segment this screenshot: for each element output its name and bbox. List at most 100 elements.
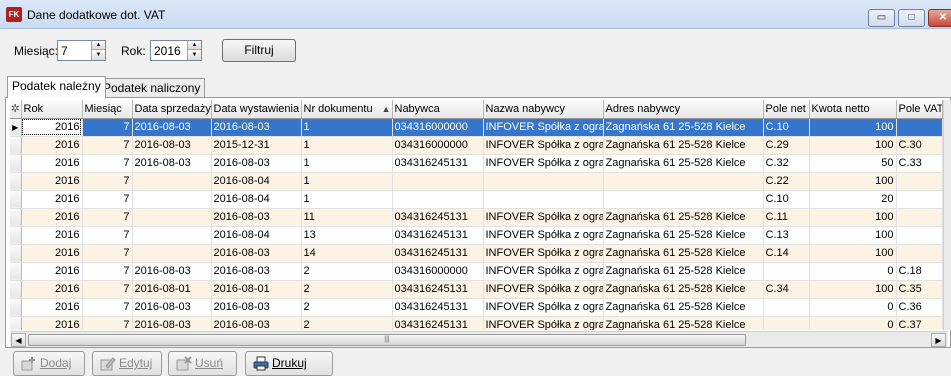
table-cell-10[interactable]: C.18: [896, 262, 943, 281]
row-indicator[interactable]: [10, 262, 22, 281]
table-cell-10[interactable]: [896, 172, 943, 191]
table-cell-8[interactable]: C.11: [763, 208, 810, 227]
table-cell-9[interactable]: 100: [809, 172, 897, 191]
table-cell-5[interactable]: 034316245131: [392, 298, 484, 317]
table-cell-5[interactable]: [392, 172, 484, 191]
column-header-miesiac[interactable]: Miesiąc: [82, 100, 133, 119]
table-cell-10[interactable]: C.37: [896, 316, 943, 330]
vertical-scrollbar[interactable]: [943, 100, 951, 330]
table-cell-1[interactable]: 7: [82, 172, 133, 191]
table-cell-7[interactable]: Zagnańska 61 25-528 Kielce: [603, 298, 764, 317]
table-cell-3[interactable]: 2016-08-03: [211, 118, 302, 137]
table-cell-2[interactable]: 2016-08-03: [132, 118, 212, 137]
table-cell-9[interactable]: 20: [809, 190, 897, 209]
edit-button[interactable]: Edytuj: [92, 351, 162, 376]
table-row[interactable]: 2016 7 2016-08-04 13 034316245131 INFOVER Spó…: [10, 226, 948, 245]
table-cell-8[interactable]: C.22: [763, 172, 810, 191]
table-row[interactable]: 2016 7 2016-08-04 1 C.22 100: [10, 172, 948, 191]
table-cell-3[interactable]: 2016-08-03: [211, 244, 302, 263]
table-cell-1[interactable]: 7: [82, 208, 133, 227]
table-cell-4[interactable]: 1: [301, 118, 393, 137]
table-row[interactable]: 2016 7 2016-08-03 2016-08-03 2 034316245131 IN…: [10, 298, 948, 317]
table-row[interactable]: 2016 7 2016-08-03 2015-12-31 1 034316000000 IN…: [10, 136, 948, 155]
table-cell-3[interactable]: 2016-08-03: [211, 154, 302, 173]
table-cell-7[interactable]: [603, 190, 764, 209]
table-cell-10[interactable]: C.33: [896, 154, 943, 173]
table-cell-7[interactable]: Zagnańska 61 25-528 Kielce: [603, 154, 764, 173]
add-button[interactable]: Dodaj: [13, 351, 85, 376]
table-cell-5[interactable]: 034316245131: [392, 154, 484, 173]
table-cell-6[interactable]: INFOVER Spółka z ogra: [483, 226, 604, 245]
table-cell-6[interactable]: INFOVER Spółka z ogra: [483, 298, 604, 317]
table-cell-3[interactable]: 2016-08-04: [211, 190, 302, 209]
table-cell-10[interactable]: C.35: [896, 280, 943, 299]
table-cell-4[interactable]: 11: [301, 208, 393, 227]
table-cell-4[interactable]: 1: [301, 172, 393, 191]
table-cell-0[interactable]: 2016: [21, 226, 83, 245]
maximize-button[interactable]: □: [898, 9, 925, 27]
table-cell-6[interactable]: INFOVER Spółka z ogra: [483, 244, 604, 263]
table-row[interactable]: 2016 7 2016-08-03 2016-08-03 1 034316245131 IN…: [10, 154, 948, 173]
table-cell-0[interactable]: 2016: [21, 262, 83, 281]
table-cell-2[interactable]: [132, 226, 212, 245]
table-cell-9[interactable]: 100: [809, 244, 897, 263]
filter-button[interactable]: Filtruj: [222, 39, 296, 62]
table-cell-8[interactable]: C.10: [763, 118, 810, 137]
delete-button[interactable]: Usuń: [168, 351, 237, 376]
table-cell-6[interactable]: INFOVER Spółka z ogra: [483, 118, 604, 137]
row-indicator[interactable]: [10, 226, 22, 245]
table-cell-6[interactable]: [483, 190, 604, 209]
table-cell-4[interactable]: 2: [301, 262, 393, 281]
table-cell-5[interactable]: 034316245131: [392, 226, 484, 245]
table-cell-5[interactable]: 034316000000: [392, 118, 484, 137]
table-cell-10[interactable]: [896, 244, 943, 263]
table-cell-7[interactable]: Zagnańska 61 25-528 Kielce: [603, 244, 764, 263]
table-cell-5[interactable]: [392, 190, 484, 209]
table-cell-4[interactable]: 14: [301, 244, 393, 263]
table-cell-10[interactable]: [896, 118, 943, 137]
table-cell-0[interactable]: 2016: [21, 118, 83, 137]
close-button[interactable]: ✕: [928, 9, 951, 27]
table-cell-6[interactable]: [483, 172, 604, 191]
table-cell-6[interactable]: INFOVER Spółka z ogra: [483, 154, 604, 173]
row-indicator[interactable]: [10, 316, 22, 330]
table-cell-6[interactable]: INFOVER Spółka z ogra: [483, 262, 604, 281]
table-cell-2[interactable]: 2016-08-03: [132, 316, 212, 330]
table-cell-4[interactable]: 2: [301, 316, 393, 330]
table-row[interactable]: ▶ 2016 7 2016-08-03 2016-08-03 1 034316000000 I…: [10, 118, 948, 137]
row-indicator[interactable]: [10, 136, 22, 155]
year-up-arrow-icon[interactable]: ▲: [188, 41, 201, 50]
table-cell-5[interactable]: 034316245131: [392, 208, 484, 227]
table-cell-5[interactable]: 034316245131: [392, 244, 484, 263]
tab-podatek-nalezny[interactable]: Podatek należny: [7, 76, 106, 98]
row-indicator[interactable]: [10, 190, 22, 209]
table-cell-7[interactable]: Zagnańska 61 25-528 Kielce: [603, 118, 764, 137]
scroll-left-icon[interactable]: ◀: [11, 333, 26, 347]
table-cell-3[interactable]: 2016-08-03: [211, 208, 302, 227]
table-cell-0[interactable]: 2016: [21, 208, 83, 227]
table-cell-0[interactable]: 2016: [21, 244, 83, 263]
table-cell-7[interactable]: Zagnańska 61 25-528 Kielce: [603, 316, 764, 330]
table-cell-10[interactable]: C.30: [896, 136, 943, 155]
table-cell-7[interactable]: Zagnańska 61 25-528 Kielce: [603, 280, 764, 299]
table-row[interactable]: 2016 7 2016-08-04 1 C.10 20: [10, 190, 948, 209]
table-cell-2[interactable]: 2016-08-03: [132, 136, 212, 155]
table-cell-3[interactable]: 2016-08-01: [211, 280, 302, 299]
table-cell-5[interactable]: 034316245131: [392, 280, 484, 299]
row-indicator[interactable]: [10, 208, 22, 227]
table-cell-6[interactable]: INFOVER Spółka z ogra: [483, 280, 604, 299]
year-spinner[interactable]: 2016 ▲ ▼: [150, 40, 202, 61]
table-cell-3[interactable]: 2016-08-04: [211, 172, 302, 191]
table-row[interactable]: 2016 7 2016-08-03 2016-08-03 2 034316245131 IN…: [10, 316, 948, 330]
table-cell-7[interactable]: [603, 172, 764, 191]
table-cell-0[interactable]: 2016: [21, 136, 83, 155]
month-down-arrow-icon[interactable]: ▼: [92, 51, 105, 60]
table-cell-2[interactable]: [132, 172, 212, 191]
table-cell-1[interactable]: 7: [82, 316, 133, 330]
table-row[interactable]: 2016 7 2016-08-03 14 034316245131 INFOVER Spó…: [10, 244, 948, 263]
table-cell-2[interactable]: 2016-08-03: [132, 298, 212, 317]
table-cell-4[interactable]: 1: [301, 190, 393, 209]
row-indicator[interactable]: [10, 280, 22, 299]
table-cell-9[interactable]: 100: [809, 208, 897, 227]
table-cell-1[interactable]: 7: [82, 154, 133, 173]
